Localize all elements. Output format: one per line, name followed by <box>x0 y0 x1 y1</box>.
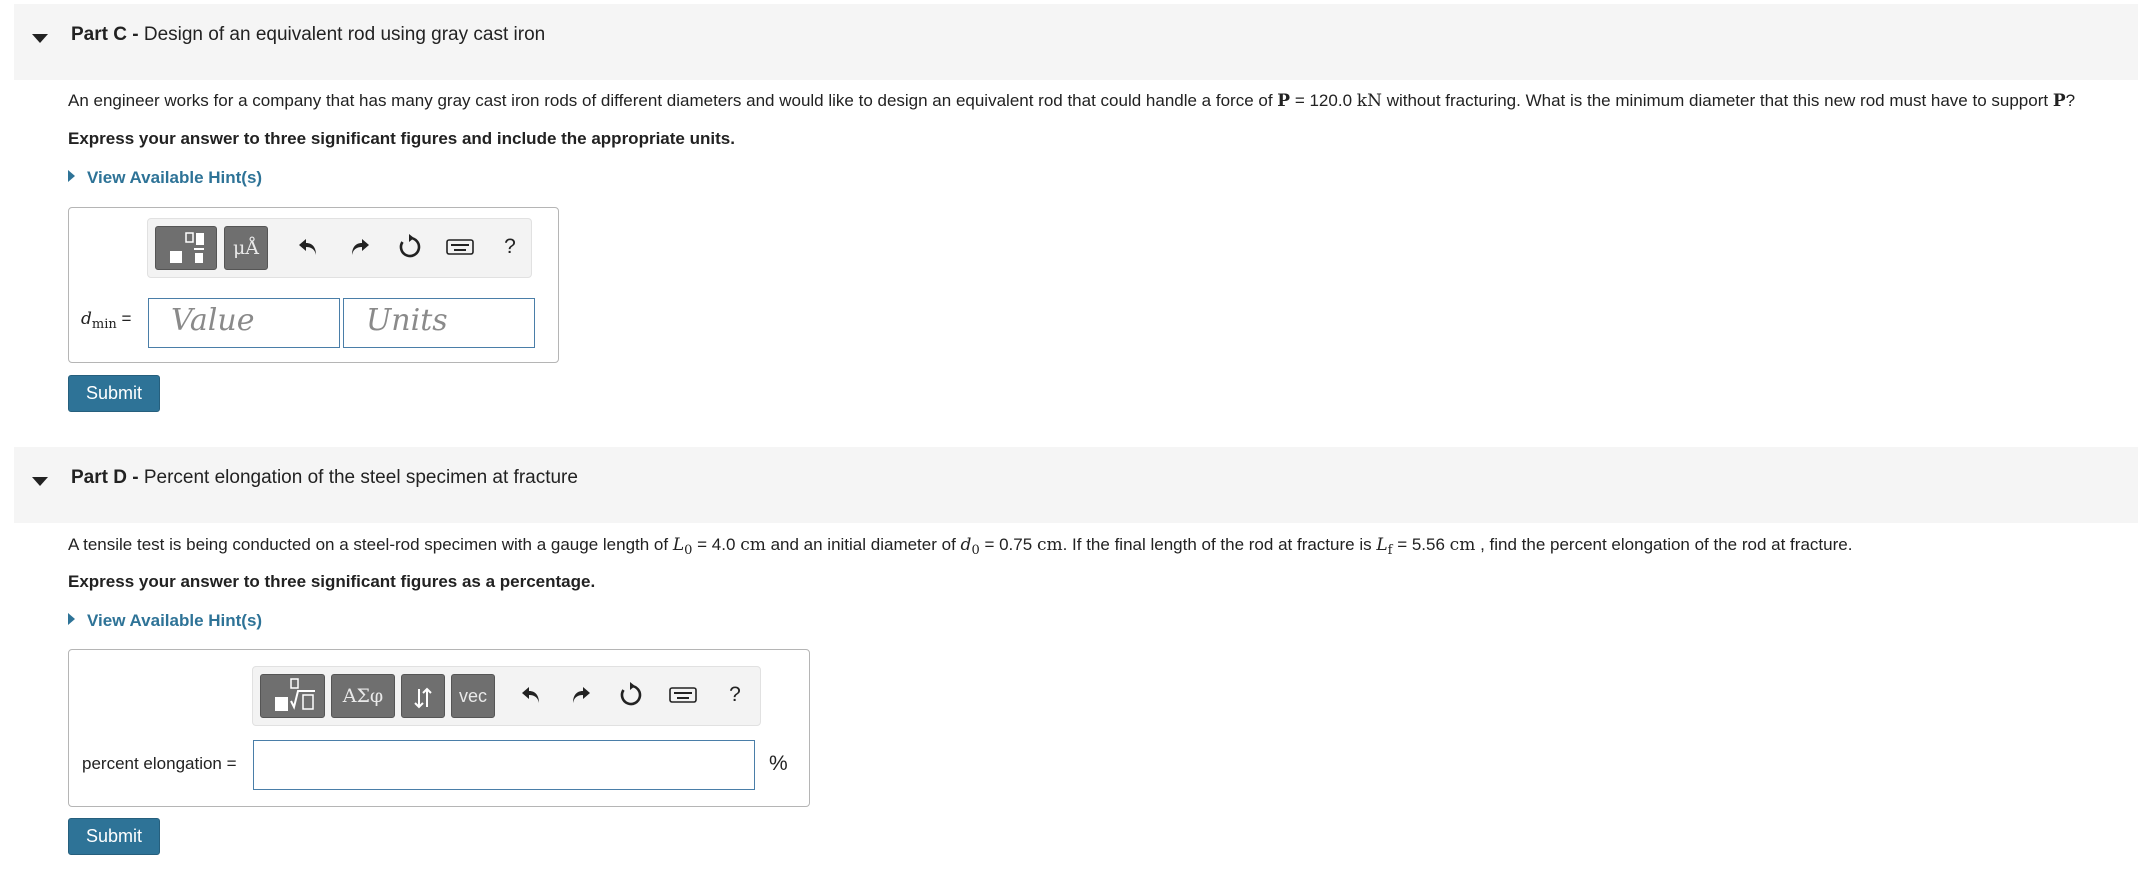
initial-diameter-variable: d <box>960 535 972 555</box>
part-d-header[interactable]: Part D - Percent elongation of the steel… <box>14 447 2138 523</box>
force-unit: kN <box>1356 91 1382 111</box>
part-c-title-text: Design of an equivalent rod using gray c… <box>143 24 546 45</box>
problem-text-segment: A tensile test is being conducted on a s… <box>68 535 669 554</box>
keyboard-icon[interactable] <box>444 231 476 263</box>
final-length-subscript: f <box>1387 543 1393 558</box>
initial-diameter-value: = 0.75 <box>984 535 1033 554</box>
greek-button-label: ΑΣφ <box>342 685 384 707</box>
part-c-instruction: Express your answer to three significant… <box>68 129 735 148</box>
force-symbol: P <box>1277 91 1291 111</box>
part-c-submit-button[interactable]: Submit <box>68 375 160 412</box>
reset-icon[interactable] <box>394 231 426 263</box>
caret-right-icon <box>68 613 75 625</box>
reset-icon[interactable] <box>615 679 647 711</box>
units-button[interactable]: μÅ <box>224 226 268 270</box>
gauge-length-subscript: 0 <box>684 543 693 558</box>
part-c-title: Part C - Design of an equivalent rod usi… <box>71 24 545 46</box>
undo-icon[interactable] <box>292 231 324 263</box>
submit-label: Submit <box>85 826 143 846</box>
undo-icon[interactable] <box>515 679 547 711</box>
submit-label: Submit <box>85 383 143 403</box>
percent-unit: % <box>769 752 788 775</box>
part-d-title-prefix: Part D - <box>71 467 139 488</box>
value-placeholder: Value <box>171 303 255 338</box>
sqrt-templates-icon <box>274 678 315 711</box>
final-length-variable: L <box>1376 535 1388 555</box>
answer-label: dmin = <box>81 309 131 332</box>
units-input[interactable]: Units <box>343 298 535 348</box>
answer-label: percent elongation = <box>82 754 237 773</box>
answer-label-variable: d <box>81 309 92 329</box>
value-input[interactable]: Value <box>148 298 340 348</box>
part-d-title-text: Percent elongation of the steel specimen… <box>143 467 578 488</box>
initial-diameter-unit: cm <box>1036 535 1063 555</box>
problem-text-segment: , find the percent elongation of the rod… <box>1480 535 1853 554</box>
part-d-title: Part D - Percent elongation of the steel… <box>71 467 578 489</box>
part-d-hint-toggle[interactable]: View Available Hint(s) <box>68 611 262 631</box>
units-button-label: μÅ <box>232 237 260 259</box>
math-toolbar: ΑΣφ vec ? <box>252 666 761 726</box>
templates-button[interactable] <box>155 226 217 270</box>
final-length-unit: cm <box>1449 535 1476 555</box>
hint-label: View Available Hint(s) <box>87 168 263 187</box>
part-c-header[interactable]: Part C - Design of an equivalent rod usi… <box>14 4 2138 80</box>
part-d-problem-text: A tensile test is being conducted on a s… <box>68 535 1852 558</box>
templates-icon <box>170 232 204 263</box>
question-mark: ? <box>2065 91 2076 110</box>
caret-down-icon[interactable] <box>32 34 48 43</box>
part-c-title-prefix: Part C - <box>71 24 139 45</box>
gauge-length-value: = 4.0 <box>697 535 736 554</box>
force-value: = 120.0 <box>1294 91 1353 110</box>
hint-label: View Available Hint(s) <box>87 611 263 630</box>
part-d-answer-box: ΑΣφ vec ? percent elongation = % <box>68 649 810 807</box>
greek-symbols-button[interactable]: ΑΣφ <box>331 674 395 718</box>
part-c-hint-toggle[interactable]: View Available Hint(s) <box>68 168 262 188</box>
templates-button[interactable] <box>260 674 325 718</box>
part-c-answer-box: μÅ ? dmin = Value Units <box>68 207 559 363</box>
final-length-value: = 5.56 <box>1397 535 1445 554</box>
help-label: ? <box>504 235 516 258</box>
redo-icon[interactable] <box>344 231 376 263</box>
problem-text-segment: An engineer works for a company that has… <box>68 91 1273 110</box>
keyboard-icon[interactable] <box>667 679 699 711</box>
sort-arrows-button[interactable] <box>401 674 445 718</box>
problem-text-segment: without fracturing. What is the minimum … <box>1386 91 2049 110</box>
part-c-problem-text: An engineer works for a company that has… <box>68 91 2075 111</box>
part-d-submit-button[interactable]: Submit <box>68 818 160 855</box>
part-d-instruction: Express your answer to three significant… <box>68 572 596 591</box>
problem-text-segment: and an initial diameter of <box>770 535 956 554</box>
help-button[interactable]: ? <box>494 231 526 263</box>
units-placeholder: Units <box>366 303 448 338</box>
initial-diameter-subscript: 0 <box>971 543 980 558</box>
percent-elongation-input[interactable] <box>253 740 755 790</box>
answer-label-subscript: min <box>91 317 117 332</box>
help-label: ? <box>729 683 741 706</box>
vector-button[interactable]: vec <box>451 674 495 718</box>
help-button[interactable]: ? <box>719 679 751 711</box>
caret-down-icon[interactable] <box>32 477 48 486</box>
math-toolbar: μÅ ? <box>147 218 532 278</box>
problem-text-segment: . If the final length of the rod at frac… <box>1062 535 1372 554</box>
sort-arrows-icon <box>414 687 432 709</box>
caret-right-icon <box>68 170 75 182</box>
gauge-length-variable: L <box>672 535 685 555</box>
redo-icon[interactable] <box>565 679 597 711</box>
answer-label-equals: = <box>121 309 132 328</box>
vector-button-label: vec <box>458 685 487 706</box>
force-symbol: P <box>2052 91 2066 111</box>
gauge-length-unit: cm <box>740 535 766 555</box>
